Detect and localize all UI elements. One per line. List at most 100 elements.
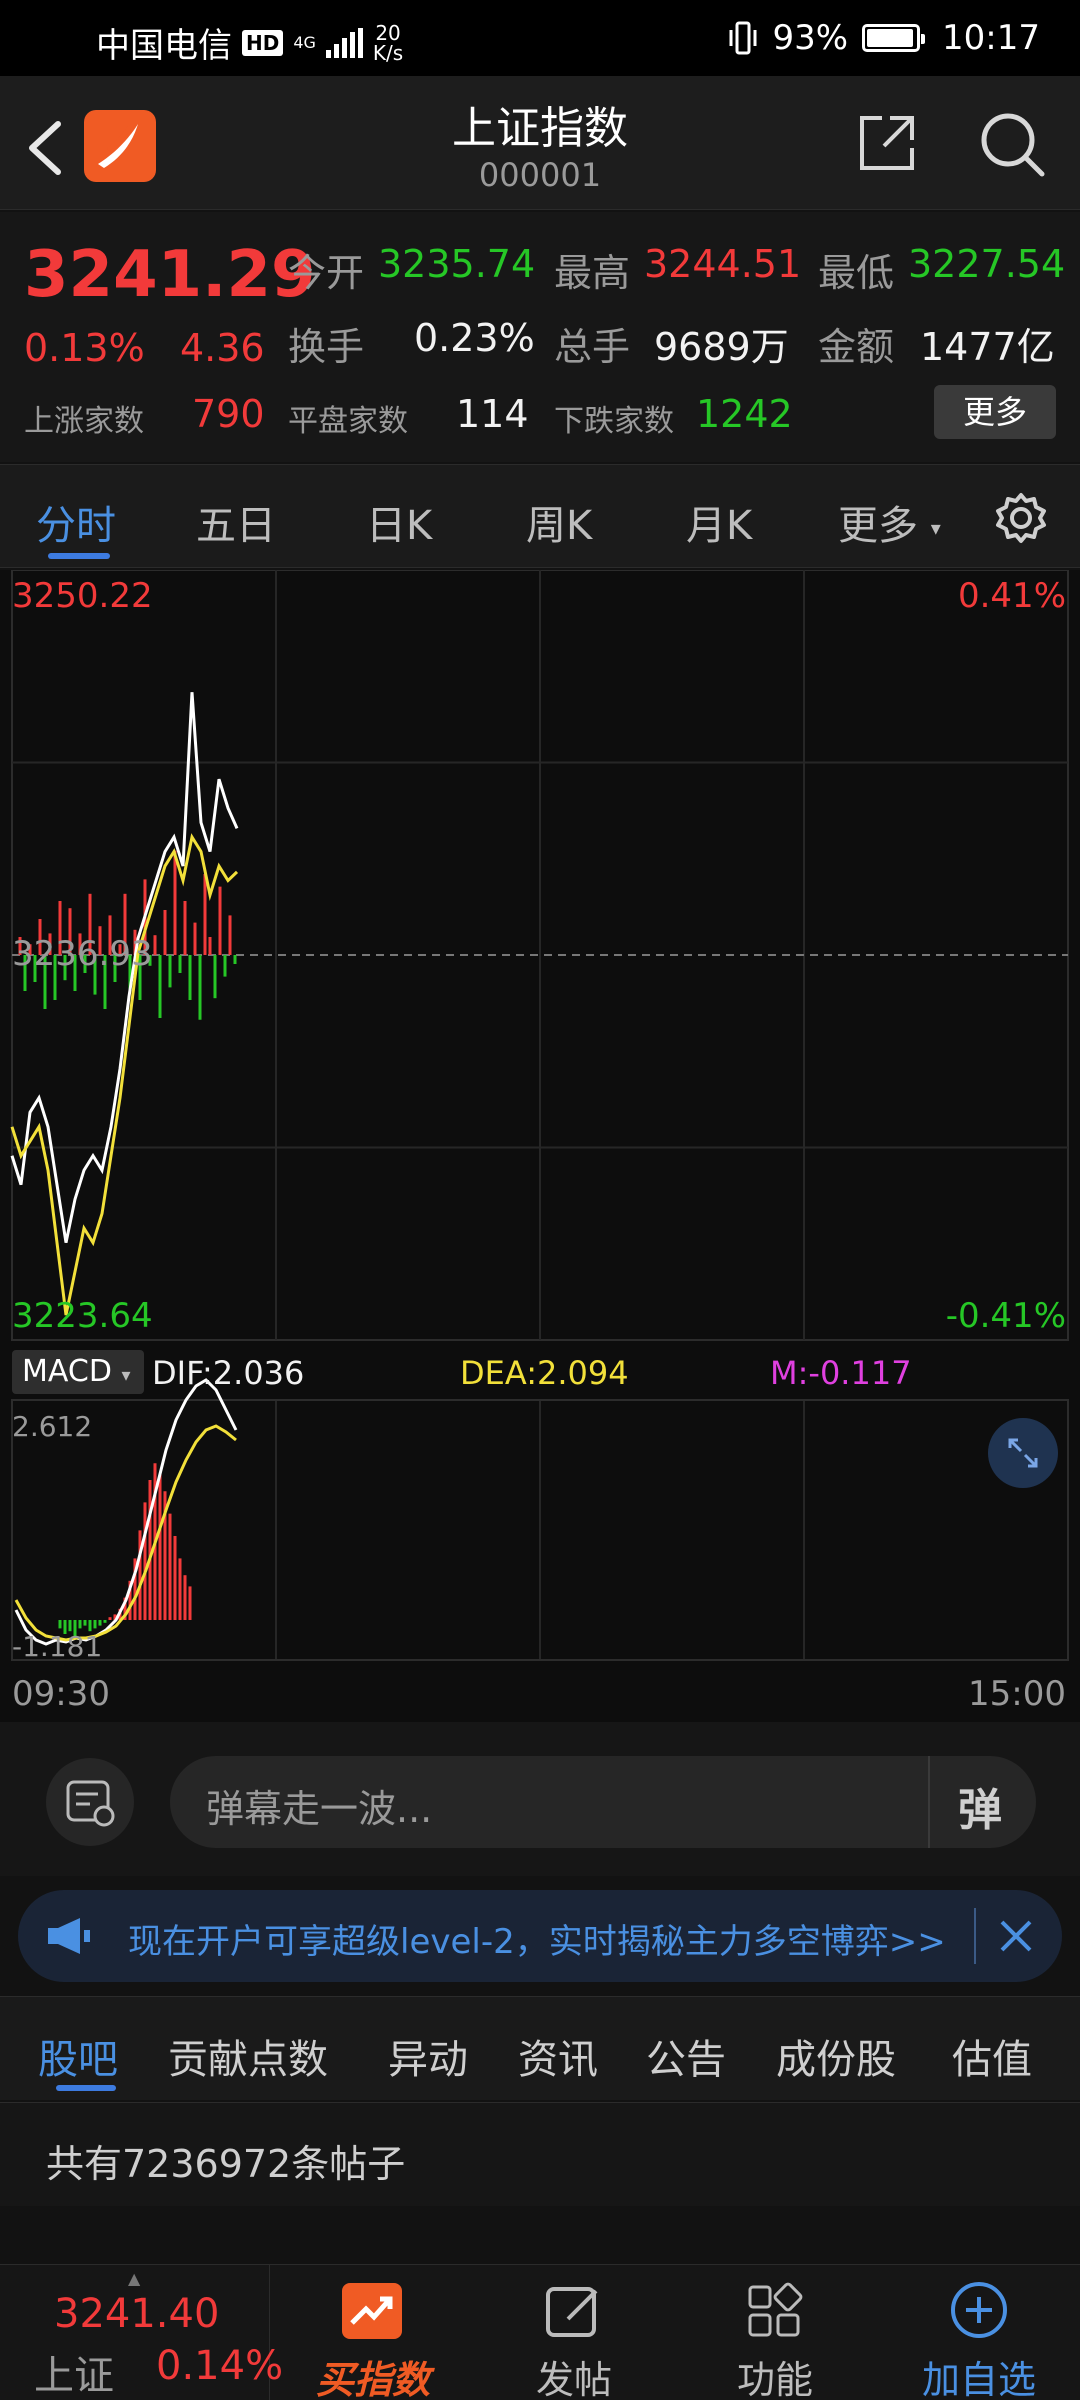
tab-daily-k[interactable]: 日K [366,493,432,551]
close-icon[interactable] [994,1914,1038,1958]
volume-label: 总手 [554,325,631,369]
search-icon[interactable] [978,110,1048,180]
macd-dea: DEA:2.094 [460,1354,629,1392]
trend-up-icon [342,2283,402,2339]
tab-stock-bar[interactable]: 股吧 [38,2027,118,2085]
tab-five-day[interactable]: 五日 [196,493,276,551]
index-ticker-name: 上证 [34,2353,114,2399]
tab-more[interactable]: 更多 ▾ [838,493,941,551]
active-tab-indicator [48,553,110,559]
header-bar: 上证指数 000001 [0,76,1080,210]
change-value: 4.36 [180,326,265,370]
caret-down-icon: ▾ [930,516,941,540]
macd-dif: DIF:2.036 [152,1354,305,1392]
chart-top-price: 3250.22 [12,576,153,616]
danmu-settings-button[interactable] [46,1758,134,1846]
indicator-select[interactable]: MACD ▾ [12,1350,144,1394]
tab-monthly-k[interactable]: 月K [686,493,752,551]
high-label: 最高 [554,251,631,295]
up-count-value: 790 [192,392,265,436]
promo-banner[interactable]: 现在开户可享超级level-2，实时揭秘主力多空博弈>> [18,1890,1062,1982]
macd-m: M:-0.117 [770,1354,912,1392]
tab-news[interactable]: 资讯 [518,2027,598,2085]
edit-post-icon [546,2287,598,2337]
up-count-label: 上涨家数 [24,404,144,439]
hd-icon: HD [242,29,284,56]
grid-icon [748,2282,803,2337]
flat-count-value: 114 [456,392,529,436]
tab-contribution[interactable]: 贡献点数 [168,2027,328,2085]
chart-mid-price: 3236.93 [12,934,153,974]
chart-bottom-price: 3223.64 [12,1296,153,1336]
active-subtab-indicator [56,2085,116,2091]
danmu-toggle-button[interactable]: 弹 [958,1774,1002,1838]
stock-code: 000001 [478,156,602,194]
tab-announcements[interactable]: 公告 [646,2027,726,2085]
volume-value: 9689万 [654,325,789,369]
carrier-label: 中国电信 [96,26,232,66]
add-watchlist-label: 加自选 [921,2358,1036,2400]
add-circle-icon [951,2282,1007,2338]
add-watchlist-button[interactable]: 加自选 [878,2265,1080,2400]
settings-gear-icon[interactable] [994,491,1048,545]
low-label: 最低 [818,251,895,295]
amount-value: 1477亿 [920,325,1055,369]
network-type-icon: 4G [293,32,316,52]
turnover-label: 换手 [288,325,365,369]
divider [974,1908,976,1964]
danmu-placeholder: 弹幕走一波... [206,1787,433,1831]
time-end: 15:00 [968,1674,1066,1714]
post-label: 发帖 [535,2358,612,2400]
index-ticker-price: 3241.40 [54,2291,220,2337]
open-value: 3235.74 [378,242,536,286]
down-count-value: 1242 [696,392,793,436]
time-start: 09:30 [12,1674,110,1714]
page-title: 上证指数 [452,103,628,154]
open-label: 今开 [288,251,365,295]
tab-valuation[interactable]: 估值 [952,2027,1032,2085]
post-button[interactable]: 发帖 [476,2265,672,2400]
indicator-select-value: MACD [22,1354,112,1389]
index-ticker[interactable]: ▲ 3241.40 上证 0.14% [0,2265,283,2400]
danmu-list-icon [66,1780,115,1827]
fullscreen-button[interactable] [988,1418,1058,1488]
intraday-chart [10,569,1069,1661]
macd-bottom-value: -1.181 [12,1630,103,1663]
net-speed-value: 20 [375,20,401,45]
tab-intraday[interactable]: 分时 [36,493,116,551]
status-bar: 中国电信 HD 4G 20 K/s 93% 10:17 [0,0,1080,76]
clock: 10:17 [942,18,1040,58]
amount-label: 金额 [818,325,895,369]
share-icon[interactable] [856,112,918,174]
tab-movement[interactable]: 异动 [388,2027,468,2085]
danmu-input[interactable]: 弹幕走一波... 弹 [170,1756,1036,1848]
megaphone-icon [48,1918,90,1954]
promo-text: 现在开户可享超级level-2，实时揭秘主力多空博弈>> [128,1922,946,1962]
more-quote-button[interactable]: 更多 [934,385,1056,439]
content-tabs: 股吧 贡献点数 异动 资讯 公告 成份股 估值 [0,1996,1080,2100]
posts-summary: 共有7236972条帖子 [0,2102,1080,2206]
intraday-chart-area[interactable]: 3250.22 0.41% 3236.93 3223.64 -0.41% MAC… [0,569,1080,1722]
caret-down-icon: ▾ [121,1365,131,1386]
app-root: 中国电信 HD 4G 20 K/s 93% 10:17 上证指数 000001 … [0,0,1080,2400]
signal-icon [325,27,363,58]
net-speed: 20 K/s [373,23,403,63]
chart-bottom-percent: -0.41% [945,1296,1066,1336]
battery-percent: 93% [772,18,849,58]
net-speed-unit: K/s [372,40,404,65]
functions-button[interactable]: 功能 [672,2265,878,2400]
tab-weekly-k[interactable]: 周K [526,493,592,551]
index-ticker-percent: 0.14% [156,2343,284,2389]
functions-label: 功能 [736,2358,813,2400]
quote-panel: 3241.29 0.13% 4.36 今开 3235.74 最高 3244.51… [0,212,1080,462]
high-value: 3244.51 [644,242,802,286]
chart-top-percent: 0.41% [957,576,1066,616]
buy-index-label: 买指数 [315,2358,430,2400]
buy-index-button[interactable]: 买指数 [270,2265,476,2400]
expand-icon [1008,1438,1038,1468]
turnover-value: 0.23% [414,316,535,360]
low-value: 3227.54 [908,242,1066,286]
caret-up-icon: ▲ [128,2269,141,2288]
change-percent: 0.13% [24,326,145,370]
tab-constituents[interactable]: 成份股 [776,2027,896,2085]
